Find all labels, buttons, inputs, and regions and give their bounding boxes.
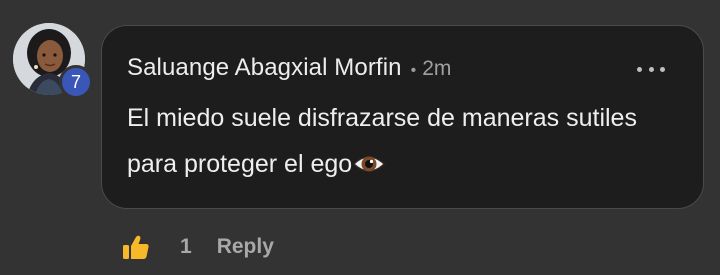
timestamp[interactable]: 2m [422, 57, 451, 81]
comment-text: El miedo suele disfrazarse de maneras su… [127, 95, 647, 187]
comment-bubble: Saluange Abagxial Morfin • 2m El miedo s… [101, 25, 704, 209]
author-name[interactable]: Saluange Abagxial Morfin [127, 54, 402, 82]
comment-actions: 1 Reply [122, 231, 274, 263]
separator-dot: • [410, 62, 417, 79]
level-badge: 7 [59, 65, 93, 99]
reply-button[interactable]: Reply [217, 235, 274, 259]
eye-icon [353, 156, 386, 172]
more-dot [648, 66, 654, 72]
more-dot [637, 66, 642, 72]
like-count: 1 [180, 235, 192, 258]
like-icon[interactable] [122, 233, 150, 261]
more-options-icon[interactable] [637, 64, 665, 74]
comment-header: Saluange Abagxial Morfin • 2m [127, 54, 451, 82]
more-dot [660, 66, 665, 72]
avatar-container[interactable]: 7 [13, 23, 93, 101]
